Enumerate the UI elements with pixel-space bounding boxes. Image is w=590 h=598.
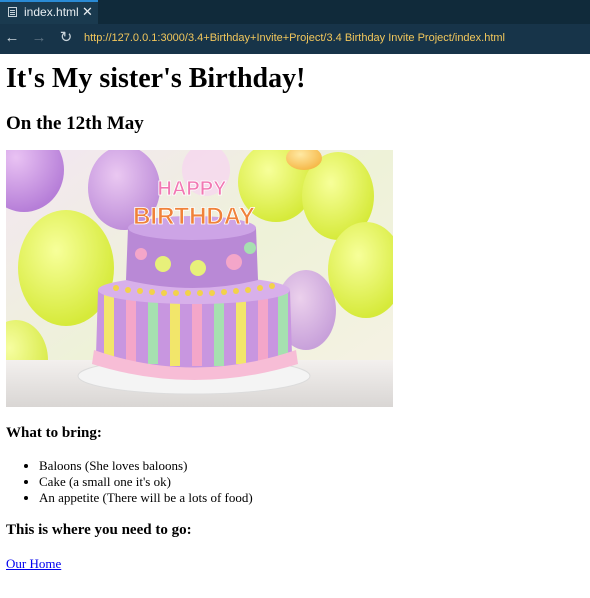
bring-list: Baloons (She loves baloons) Cake (a smal… [6, 458, 253, 506]
address-bar[interactable]: http://127.0.0.1:3000/3.4+Birthday+Invit… [84, 32, 505, 44]
list-item: An appetite (There will be a lots of foo… [39, 490, 253, 506]
date-subheading: On the 12th May [6, 113, 144, 134]
back-arrow-icon[interactable]: ← [3, 29, 21, 47]
birthday-cake-image: HAPPY BIRTHDAY [6, 150, 393, 407]
forward-arrow-icon[interactable]: → [30, 29, 48, 47]
what-to-bring-heading: What to bring: [6, 425, 102, 441]
tab-index-html[interactable]: index.html ✕ [0, 0, 98, 24]
file-icon [8, 7, 17, 17]
cake-candle-text-bottom: BIRTHDAY [133, 203, 255, 230]
our-home-link[interactable]: Our Home [6, 556, 61, 572]
reload-icon[interactable]: ↻ [57, 29, 75, 47]
cake-candle-text-top: HAPPY [158, 178, 228, 200]
tab-bar: index.html ✕ [0, 0, 590, 24]
navigation-bar: ← → ↻ http://127.0.0.1:3000/3.4+Birthday… [0, 24, 590, 54]
list-item: Cake (a small one it's ok) [39, 474, 253, 490]
list-item: Baloons (She loves baloons) [39, 458, 253, 474]
tab-title: index.html [24, 5, 79, 19]
close-icon[interactable]: ✕ [82, 4, 93, 20]
where-to-go-heading: This is where you need to go: [6, 522, 192, 538]
page-title: It's My sister's Birthday! [6, 63, 306, 94]
